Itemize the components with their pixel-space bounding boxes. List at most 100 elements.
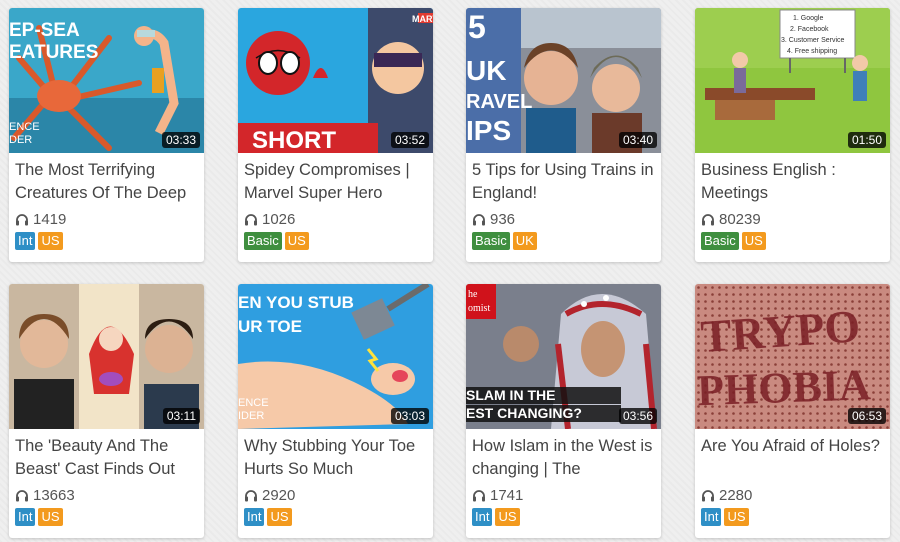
video-thumbnail[interactable]: 03:11 xyxy=(9,284,204,429)
video-card[interactable]: 03:11 The 'Beauty And The Beast' Cast Fi… xyxy=(9,284,204,538)
video-card[interactable]: MARV SHORT 03:52 Spidey Compromises | Ma… xyxy=(238,8,433,262)
video-title[interactable]: How Islam in the West is changing | The xyxy=(472,435,655,481)
play-count: 936 xyxy=(472,210,655,229)
level-badge[interactable]: Int xyxy=(15,508,36,526)
play-count: 1419 xyxy=(15,210,198,229)
video-duration: 06:53 xyxy=(847,408,886,424)
thumb-caption: 4. Free shipping xyxy=(787,48,837,55)
tag-list: Int US xyxy=(472,508,661,526)
level-badge[interactable]: Int xyxy=(701,508,722,526)
thumb-caption: 5 xyxy=(468,9,486,45)
video-thumbnail[interactable]: MARV SHORT 03:52 xyxy=(238,8,433,153)
play-count-value: 2920 xyxy=(262,487,296,504)
video-card[interactable]: EN YOU STUB UR TOE ENCE IDER 03:03 Why S… xyxy=(238,284,433,538)
play-count: 1026 xyxy=(244,210,427,229)
video-title[interactable]: Spidey Compromises | Marvel Super Hero xyxy=(244,159,427,205)
tag-list: Int US xyxy=(15,508,204,526)
video-title[interactable]: Are You Afraid of Holes? xyxy=(701,435,884,481)
video-duration: 01:50 xyxy=(847,132,886,148)
video-duration: 03:40 xyxy=(618,132,657,148)
thumb-caption: he xyxy=(468,289,478,300)
video-title[interactable]: Business English : Meetings xyxy=(701,159,884,205)
tag-list: Basic US xyxy=(701,232,890,250)
video-thumbnail[interactable]: EN YOU STUB UR TOE ENCE IDER 03:03 xyxy=(238,284,433,429)
thumb-caption: EN YOU STUB xyxy=(238,293,354,312)
level-badge[interactable]: Int xyxy=(15,232,36,250)
play-count-value: 1419 xyxy=(33,211,67,228)
tag-list: Int US xyxy=(15,232,204,250)
thumb-caption: 3. Customer Service xyxy=(781,37,845,44)
play-count: 2280 xyxy=(701,486,884,505)
thumb-caption: DER xyxy=(9,134,32,146)
thumb-caption: IDER xyxy=(238,410,264,422)
thumb-caption: EST CHANGING? xyxy=(466,405,582,421)
video-title[interactable]: 5 Tips for Using Trains in England! xyxy=(472,159,655,205)
tag-list: Int US xyxy=(244,508,433,526)
level-badge[interactable]: Basic xyxy=(701,232,739,250)
region-badge[interactable]: US xyxy=(38,508,63,526)
video-duration: 03:11 xyxy=(162,408,200,424)
video-thumbnail[interactable]: 1. Google 2. Facebook 3. Customer Servic… xyxy=(695,8,890,153)
video-thumbnail[interactable]: 5 UK RAVEL IPS 03:40 xyxy=(466,8,661,153)
video-duration: 03:52 xyxy=(390,132,429,148)
headphones-icon xyxy=(245,490,257,502)
video-card[interactable]: TRYPO PHOBIA 06:53 Are You Afraid of Hol… xyxy=(695,284,890,538)
video-title[interactable]: The 'Beauty And The Beast' Cast Finds Ou… xyxy=(15,435,198,481)
headphones-icon xyxy=(16,214,28,226)
video-title[interactable]: The Most Terrifying Creatures Of The Dee… xyxy=(15,159,198,205)
region-badge[interactable]: US xyxy=(267,508,292,526)
thumb-caption: 2. Facebook xyxy=(790,26,829,33)
play-count-value: 1741 xyxy=(490,487,524,504)
thumb-caption: PHOBIA xyxy=(696,360,871,415)
thumb-caption: 1. Google xyxy=(793,15,823,22)
region-badge[interactable]: US xyxy=(724,508,749,526)
video-card[interactable]: EP-SEA EATURES ENCE DER 03:33 The Most T… xyxy=(9,8,204,262)
play-count: 1741 xyxy=(472,486,655,505)
video-card[interactable]: 1. Google 2. Facebook 3. Customer Servic… xyxy=(695,8,890,262)
region-badge[interactable]: UK xyxy=(512,232,537,250)
thumb-caption: RAVEL xyxy=(466,91,532,113)
headphones-icon xyxy=(16,490,28,502)
video-card[interactable]: 5 UK RAVEL IPS 03:40 5 Tips for Using Tr… xyxy=(466,8,661,262)
region-badge[interactable]: US xyxy=(38,232,63,250)
video-duration: 03:33 xyxy=(161,132,200,148)
thumb-caption: omist xyxy=(468,303,490,314)
thumb-caption: EATURES xyxy=(9,42,98,63)
thumb-caption: SLAM IN THE xyxy=(466,387,555,403)
video-duration: 03:56 xyxy=(618,408,657,424)
region-badge[interactable]: US xyxy=(495,508,520,526)
level-badge[interactable]: Int xyxy=(472,508,493,526)
play-count: 2920 xyxy=(244,486,427,505)
video-thumbnail[interactable]: EP-SEA EATURES ENCE DER 03:33 xyxy=(9,8,204,153)
thumb-caption: UR TOE xyxy=(238,317,302,336)
headphones-icon xyxy=(473,214,485,226)
play-count: 80239 xyxy=(701,210,884,229)
play-count-value: 2280 xyxy=(719,487,753,504)
play-count-value: 80239 xyxy=(719,211,761,228)
level-badge[interactable]: Basic xyxy=(244,232,282,250)
thumb-caption: ENCE xyxy=(238,397,269,409)
headphones-icon xyxy=(473,490,485,502)
play-count-value: 936 xyxy=(490,211,516,228)
tag-list: Int US xyxy=(701,508,890,526)
play-count-value: 1026 xyxy=(262,211,296,228)
tag-list: Basic US xyxy=(244,232,433,250)
headphones-icon xyxy=(702,490,714,502)
thumb-caption: UK xyxy=(466,55,506,86)
thumb-caption: MARV xyxy=(412,14,433,24)
level-badge[interactable]: Basic xyxy=(472,232,510,250)
headphones-icon xyxy=(245,214,257,226)
thumb-caption: IPS xyxy=(466,115,511,146)
video-thumbnail[interactable]: he omist SLAM IN THE EST CHANGING? 03:56 xyxy=(466,284,661,429)
tag-list: Basic UK xyxy=(472,232,661,250)
thumb-caption: ENCE xyxy=(9,121,40,133)
video-thumbnail[interactable]: TRYPO PHOBIA 06:53 xyxy=(695,284,890,429)
region-badge[interactable]: US xyxy=(284,232,309,250)
video-card[interactable]: he omist SLAM IN THE EST CHANGING? 03:56… xyxy=(466,284,661,538)
video-title[interactable]: Why Stubbing Your Toe Hurts So Much xyxy=(244,435,427,481)
region-badge[interactable]: US xyxy=(741,232,766,250)
headphones-icon xyxy=(702,214,714,226)
play-count-value: 13663 xyxy=(33,487,75,504)
play-count: 13663 xyxy=(15,486,198,505)
level-badge[interactable]: Int xyxy=(244,508,265,526)
